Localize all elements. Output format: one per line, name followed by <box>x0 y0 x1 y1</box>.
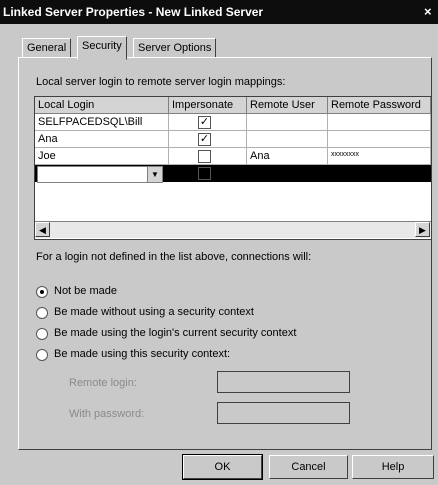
tab-security[interactable]: Security <box>77 36 127 60</box>
cell-remote-user[interactable] <box>247 131 328 148</box>
radio-label[interactable]: Be made without using a security context <box>54 306 254 318</box>
cancel-button[interactable]: Cancel <box>269 455 348 479</box>
tab-server-options[interactable]: Server Options <box>133 38 217 57</box>
new-row[interactable]: ▼ <box>35 165 431 183</box>
cell-local-login[interactable]: Ana <box>35 131 169 148</box>
login-mapping-grid[interactable]: Local Login Impersonate Remote User Remo… <box>34 96 432 240</box>
check-icon[interactable]: ✓ <box>198 133 211 146</box>
column-remote-password[interactable]: Remote Password <box>328 97 431 114</box>
radio-no-security-context[interactable] <box>36 307 48 319</box>
title-bar: Linked Server Properties - New Linked Se… <box>0 0 438 24</box>
tab-general[interactable]: General <box>22 38 72 57</box>
cell-impersonate[interactable]: ✓ <box>169 131 247 148</box>
radio-current-security-context[interactable] <box>36 328 48 340</box>
remote-login-label: Remote login: <box>69 377 137 389</box>
with-password-label: With password: <box>69 408 145 420</box>
radio-label[interactable]: Not be made <box>54 285 117 297</box>
check-icon[interactable]: ✓ <box>198 116 211 129</box>
close-icon[interactable]: × <box>424 4 432 19</box>
cell-remote-password[interactable] <box>328 114 431 131</box>
local-login-combo[interactable]: ▼ <box>37 166 163 183</box>
cell-remote-password[interactable]: xxxxxxxx <box>328 148 431 165</box>
radio-this-security-context[interactable] <box>36 349 48 361</box>
ok-button[interactable]: OK <box>182 454 263 480</box>
radio-label[interactable]: Be made using this security context: <box>54 348 230 360</box>
unchecked-box[interactable] <box>198 167 211 180</box>
cell-remote-password[interactable] <box>328 131 431 148</box>
unchecked-box[interactable] <box>198 150 211 163</box>
column-local-login[interactable]: Local Login <box>35 97 169 114</box>
arrow-right-icon[interactable]: ▶ <box>415 222 430 237</box>
arrow-left-icon[interactable]: ◀ <box>35 222 50 237</box>
cell-local-login[interactable]: SELFPACEDSQL\Bill <box>35 114 169 131</box>
with-password-field[interactable] <box>217 402 350 424</box>
cell-impersonate[interactable] <box>169 148 247 165</box>
remote-login-field[interactable] <box>217 371 350 393</box>
cell-remote-user[interactable] <box>247 114 328 131</box>
mapping-label: Local server login to remote server logi… <box>36 76 286 88</box>
not-defined-label: For a login not defined in the list abov… <box>36 251 312 263</box>
cell-remote-user[interactable]: Ana <box>247 148 328 165</box>
column-remote-user[interactable]: Remote User <box>247 97 328 114</box>
radio-label[interactable]: Be made using the login's current securi… <box>54 327 296 339</box>
cell-impersonate[interactable]: ✓ <box>169 114 247 131</box>
horizontal-scrollbar[interactable]: ◀ ▶ <box>35 221 431 238</box>
window-title: Linked Server Properties - New Linked Se… <box>3 5 264 19</box>
help-button[interactable]: Help <box>352 455 434 479</box>
cell-local-login[interactable]: Joe <box>35 148 169 165</box>
chevron-down-icon[interactable]: ▼ <box>147 167 162 182</box>
radio-not-be-made[interactable] <box>36 286 48 298</box>
column-impersonate[interactable]: Impersonate <box>169 97 247 114</box>
